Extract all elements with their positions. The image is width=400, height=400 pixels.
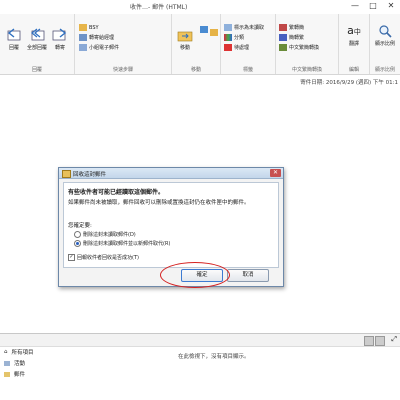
flag-icon xyxy=(224,44,232,51)
ribbon-group-label: 回覆 xyxy=(31,67,42,73)
reply-all-icon xyxy=(29,28,45,42)
quick-step-bsy[interactable]: BSY xyxy=(79,24,119,31)
dialog-question: 您確定要: xyxy=(68,223,92,229)
envelope-icon xyxy=(62,170,71,178)
ribbon-group-label: 顯示比例 xyxy=(374,67,395,73)
expand-icon[interactable]: ⤢ xyxy=(391,335,397,344)
chinese-conversion-icon xyxy=(279,44,287,51)
close-window-button[interactable]: ✕ xyxy=(382,0,400,12)
ribbon-group-chinese-conversion: 繁轉簡 簡轉繁 中文繁簡轉換 中文繁簡轉換 xyxy=(276,14,339,74)
option-delete-and-replace[interactable]: 刪除這封未讀取郵件並以新郵件取代(R) xyxy=(74,240,170,247)
dialog-description: 如果郵件尚未被讀取，郵件回收可以刪除或置換這封仍在收件匣中的郵件。 xyxy=(68,200,250,206)
reply-all-button[interactable]: 全部回覆 xyxy=(26,28,48,51)
category-icon xyxy=(224,34,232,41)
option-delete-unread[interactable]: 刪除這封未讀取郵件(D) xyxy=(74,231,136,238)
follow-up-button[interactable]: 待處理 xyxy=(224,44,264,51)
quick-step-to-manager[interactable]: 轉寄給經理 xyxy=(79,34,119,41)
reply-button[interactable]: 回覆 xyxy=(4,28,24,51)
dialog-body: 有些收件者可能已經讀取這個郵件。 如果郵件尚未被讀取，郵件回收可以刪除或置換這封… xyxy=(63,182,279,268)
person-icon[interactable] xyxy=(375,336,385,346)
simp-to-trad-icon xyxy=(279,34,287,41)
chinese-conversion-button[interactable]: 中文繁簡轉換 xyxy=(279,44,319,51)
ribbon-group-label: 標籤 xyxy=(242,67,253,73)
activity-icon xyxy=(4,360,10,366)
nav-mail[interactable]: 郵件 xyxy=(4,370,110,378)
trad-to-simp-button[interactable]: 繁轉簡 xyxy=(279,24,319,31)
person-icon[interactable] xyxy=(364,336,374,346)
ribbon-group-quick-steps: BSY 轉寄給經理 小組電子郵件 快速步驟 xyxy=(75,14,172,74)
nav-activities[interactable]: 活動 xyxy=(4,359,110,367)
onenote-icon[interactable] xyxy=(209,29,218,36)
dialog-title: 回收這封郵件 xyxy=(73,172,107,178)
mark-unread-button[interactable]: 標示為未讀取 xyxy=(224,24,264,31)
checkbox-checked[interactable]: ✓ xyxy=(68,254,75,261)
maximize-button[interactable]: □ xyxy=(364,0,382,12)
ribbon-group-move: 移動 移動 xyxy=(172,14,221,74)
all-items-icon: ⌂ xyxy=(4,349,8,355)
message-header: 寄件日期: 2016/9/29 (週四) 下午 01:1 xyxy=(0,76,400,86)
ribbon-group-label: 移動 xyxy=(190,67,201,73)
people-pane-nav: ⌂ 所有項目 活動 郵件 xyxy=(0,348,110,400)
highlight-ring xyxy=(160,262,230,288)
nav-all-items[interactable]: ⌂ 所有項目 xyxy=(4,348,110,356)
simp-to-trad-button[interactable]: 簡轉繁 xyxy=(279,34,319,41)
mail-forward-icon xyxy=(79,34,87,41)
radio-unselected[interactable] xyxy=(74,231,81,238)
ribbon-group-zoom: 顯示比例 顯示比例 xyxy=(370,14,400,74)
rules-icon[interactable] xyxy=(200,26,208,33)
translate-icon: a中 xyxy=(347,24,361,37)
forward-icon xyxy=(52,28,68,42)
dialog-title-bar[interactable]: 回收這封郵件 ✕ xyxy=(59,168,283,179)
ribbon-group-editing: a中 翻譯 編輯 xyxy=(339,14,370,74)
ribbon-group-label: 快速步驟 xyxy=(112,67,133,73)
radio-selected[interactable] xyxy=(74,240,81,247)
sent-date: 寄件日期: 2016/9/29 (週四) 下午 01:1 xyxy=(300,80,398,86)
mail-unread-icon xyxy=(224,24,232,31)
trad-to-simp-icon xyxy=(279,24,287,31)
title-bar: 收件…- 郵件 (HTML) — □ ✕ xyxy=(0,0,400,14)
ribbon-group-label: 中文繁簡轉換 xyxy=(291,67,322,73)
quick-step-team-email[interactable]: 小組電子郵件 xyxy=(79,44,119,51)
minimize-button[interactable]: — xyxy=(346,0,364,12)
translate-button[interactable]: a中 翻譯 xyxy=(342,24,366,47)
reply-icon xyxy=(6,28,22,42)
categorize-button[interactable]: 分類 xyxy=(224,34,264,41)
cancel-button[interactable]: 取消 xyxy=(227,269,269,282)
ribbon: 回覆 全部回覆 轉寄 回覆 BSY 轉寄給經理 小組電子郵件 快速步驟 移動 移… xyxy=(0,14,400,75)
folder-icon xyxy=(79,24,87,31)
mail-icon xyxy=(4,371,10,377)
empty-view-message: 在此檢視下，沒有項目顯示。 xyxy=(178,354,250,360)
people-pane-bar: ⤢ xyxy=(0,334,400,347)
team-mail-icon xyxy=(79,44,87,51)
zoom-button[interactable]: 顯示比例 xyxy=(372,24,398,47)
magnifier-icon xyxy=(377,24,393,38)
ribbon-group-tags: 標示為未讀取 分類 待處理 標籤 xyxy=(221,14,276,74)
ribbon-group-label: 編輯 xyxy=(348,67,359,73)
move-button[interactable]: 移動 xyxy=(174,28,196,51)
move-folder-icon xyxy=(177,28,193,42)
dialog-heading: 有些收件者可能已經讀取這個郵件。 xyxy=(68,189,165,196)
window-title: 收件…- 郵件 (HTML) xyxy=(130,4,188,11)
report-result-checkbox[interactable]: ✓ 回報收件者回收是否成功(T) xyxy=(68,254,139,261)
dialog-close-button[interactable]: ✕ xyxy=(270,169,281,177)
forward-button[interactable]: 轉寄 xyxy=(50,28,70,51)
ribbon-group-respond: 回覆 全部回覆 轉寄 回覆 xyxy=(0,14,75,74)
